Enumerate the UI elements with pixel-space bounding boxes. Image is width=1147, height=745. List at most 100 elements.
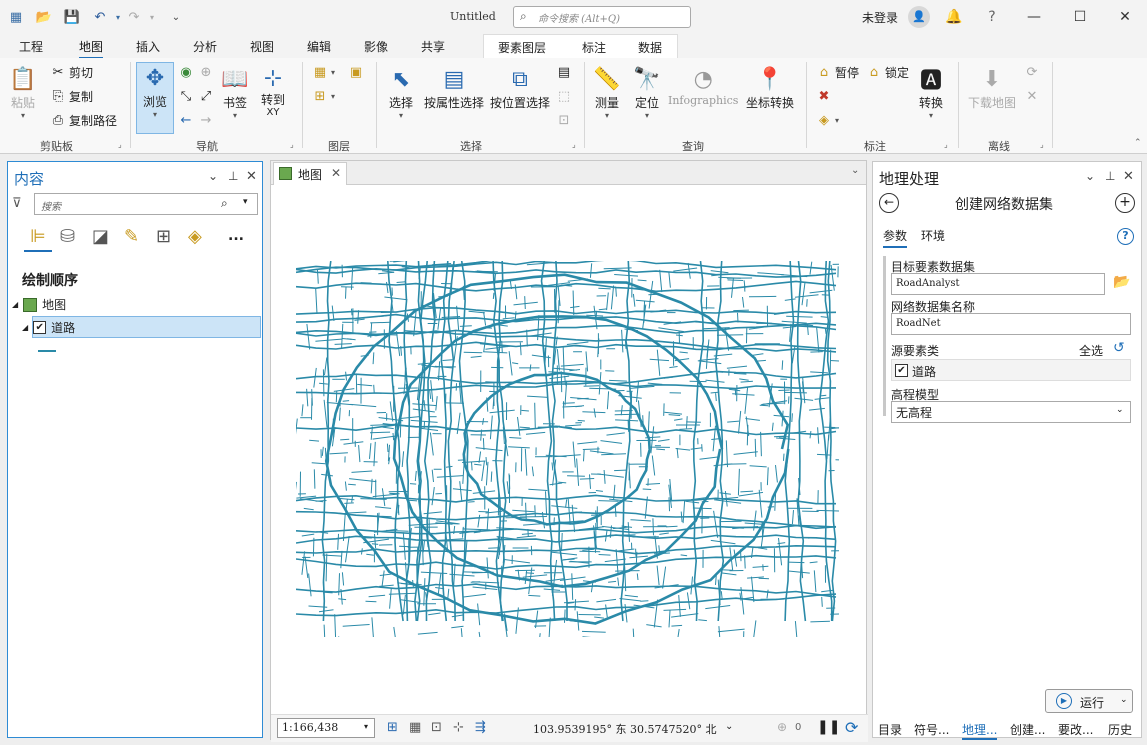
tab-history[interactable]: 历史	[1108, 721, 1132, 738]
undo-icon[interactable]: ↶	[90, 7, 110, 27]
select-button[interactable]: ⬉ 选择 ▾	[386, 64, 416, 121]
reset-icon[interactable]: ↺	[1113, 340, 1125, 356]
more-labeling-icon[interactable]: ◈ ▾	[816, 112, 839, 128]
previous-extent-icon[interactable]: ←	[178, 112, 194, 128]
tab-parameters[interactable]: 参数	[883, 227, 908, 248]
source-feature-checkbox[interactable]: ✔	[895, 364, 908, 377]
collapse-arrow-icon[interactable]: ◢	[22, 323, 28, 332]
labeling-launcher-icon[interactable]: ⌟	[944, 140, 948, 149]
tab-insert[interactable]: 插入	[136, 38, 160, 55]
snapping-toggle-icon[interactable]: ⊹	[453, 720, 464, 735]
explore-button[interactable]: ✥ 浏览 ▾	[136, 62, 174, 134]
new-project-icon[interactable]: ▦	[6, 7, 26, 27]
source-feature-row[interactable]: ✔ 道路	[891, 359, 1131, 381]
target-dataset-input[interactable]: RoadAnalyst	[891, 273, 1105, 295]
raster-grid-icon[interactable]: ▦	[409, 720, 421, 735]
tab-labeling[interactable]: 标注	[582, 39, 606, 56]
remove-offline-icon[interactable]: ✕	[1024, 88, 1040, 104]
minimize-button[interactable]: —	[1024, 6, 1044, 28]
back-arrow-icon[interactable]: ←	[879, 193, 899, 213]
tab-geoprocessing[interactable]: 地理...	[962, 721, 998, 740]
add-tool-icon[interactable]: +	[1115, 193, 1135, 213]
tab-share[interactable]: 共享	[421, 38, 445, 55]
run-button[interactable]: ▶ 运行 ⌄	[1045, 689, 1133, 713]
full-extent-icon[interactable]: ◉	[178, 64, 194, 80]
pin-icon[interactable]: ⊥	[1105, 169, 1115, 183]
tab-environments[interactable]: 环境	[921, 227, 945, 244]
locate-button[interactable]: 🔭 定位 ▾	[632, 64, 662, 121]
pause-drawing-icon[interactable]: ❚❚	[817, 719, 840, 735]
data-source-icon[interactable]: ⛁	[60, 226, 75, 247]
close-button[interactable]: ✕	[1115, 6, 1135, 28]
convert-labels-button[interactable]: 🅰 转换 ▾	[916, 64, 946, 120]
customize-qat-icon[interactable]: ⌄	[166, 7, 186, 27]
collapse-ribbon-icon[interactable]: ⌃	[1134, 138, 1142, 148]
navigate-launcher-icon[interactable]: ⌟	[290, 140, 294, 149]
help-button[interactable]: ?	[982, 6, 1002, 28]
paste-button[interactable]: 📋 粘贴 ▾	[8, 64, 38, 121]
fixed-zoom-in-icon[interactable]: ⤡	[178, 88, 194, 104]
unplaced-labels-icon[interactable]: ✖	[816, 88, 832, 104]
select-all-link[interactable]: 全选	[1079, 342, 1103, 359]
tab-data[interactable]: 数据	[638, 39, 662, 56]
network-name-input[interactable]: RoadNet	[891, 313, 1131, 335]
tab-list-dropdown-icon[interactable]: ⌄	[851, 165, 859, 176]
zoom-to-selection-icon[interactable]: ⊡	[556, 112, 572, 128]
bookmarks-button[interactable]: 📖 书签 ▾	[220, 64, 250, 121]
tab-map[interactable]: 地图	[79, 38, 104, 60]
tab-view[interactable]: 视图	[250, 38, 274, 55]
zoom-layer-icon[interactable]: ⊕	[198, 64, 214, 80]
tab-symbology[interactable]: 符号...	[914, 721, 949, 738]
tree-item-map[interactable]: ◢ 地图	[12, 296, 66, 313]
measure-button[interactable]: 📏 测量 ▾	[592, 64, 622, 121]
fixed-zoom-out-icon[interactable]: ⤢	[198, 88, 214, 104]
infographics-button[interactable]: ◔ Infographics	[668, 64, 738, 108]
selection-list-icon[interactable]: ◪	[92, 226, 109, 247]
add-preset-icon[interactable]: ▣	[348, 64, 364, 80]
close-tab-icon[interactable]: ✕	[331, 166, 341, 180]
scale-selector[interactable]: 1:166,438 ▾	[277, 718, 375, 738]
tab-feature-layer[interactable]: 要素图层	[498, 39, 546, 56]
close-pane-icon[interactable]: ✕	[1123, 169, 1134, 184]
pause-labeling-button[interactable]: ⌂ 暂停	[816, 64, 859, 81]
more-options-button[interactable]: ...	[228, 228, 244, 244]
navigation-icon[interactable]: ⇶	[475, 720, 486, 735]
editing-icon[interactable]: ✎	[124, 226, 139, 247]
convert-coordinates-button[interactable]: 📍 坐标转换	[746, 64, 794, 111]
sign-in-status[interactable]: 未登录	[862, 9, 898, 26]
labeling-list-icon[interactable]: ◈	[188, 226, 202, 247]
contents-search-input[interactable]: 搜索 ⌕ ▾	[34, 193, 258, 215]
next-extent-icon[interactable]: →	[198, 112, 214, 128]
user-avatar-icon[interactable]: 👤	[908, 6, 930, 28]
pane-menu-icon[interactable]: ⌄	[208, 169, 218, 183]
clear-selection-icon[interactable]: ⬚	[556, 88, 572, 104]
select-by-location-button[interactable]: ⧉ 按位置选择	[490, 64, 550, 111]
offline-launcher-icon[interactable]: ⌟	[1040, 140, 1044, 149]
notification-bell-icon[interactable]: 🔔	[944, 6, 964, 28]
collapse-arrow-icon[interactable]: ◢	[12, 300, 18, 309]
copy-path-button[interactable]: ⎙ 复制路径	[50, 112, 117, 129]
add-data-icon[interactable]: ⊞ ▾	[312, 88, 335, 104]
tab-modify-features[interactable]: 要改...	[1058, 721, 1093, 738]
map-tab[interactable]: 地图 ✕	[273, 162, 347, 185]
sync-icon[interactable]: ⟳	[1024, 64, 1040, 80]
elevation-model-select[interactable]: 无高程 ⌄	[891, 401, 1131, 423]
clipboard-launcher-icon[interactable]: ⌟	[118, 140, 122, 149]
pane-menu-icon[interactable]: ⌄	[1085, 169, 1095, 183]
browse-folder-icon[interactable]: 📂	[1113, 274, 1130, 290]
pin-icon[interactable]: ⊥	[228, 169, 238, 183]
tab-catalog[interactable]: 目录	[878, 721, 902, 738]
refresh-icon[interactable]: ⟳	[845, 718, 858, 737]
open-folder-icon[interactable]: 📂	[34, 7, 54, 27]
line-symbol-swatch[interactable]	[38, 350, 56, 352]
save-icon[interactable]: 💾	[62, 7, 82, 27]
grid-toggle-icon[interactable]: ⊞	[387, 720, 398, 735]
tab-create-features[interactable]: 创建...	[1010, 721, 1045, 738]
attributes-icon[interactable]: ▤	[556, 64, 572, 80]
copy-button[interactable]: ⎘ 复制	[50, 88, 93, 105]
cut-button[interactable]: ✂ 剪切	[50, 64, 93, 81]
help-icon[interactable]: ?	[1117, 228, 1134, 245]
tab-edit[interactable]: 编辑	[307, 38, 331, 55]
selection-launcher-icon[interactable]: ⌟	[572, 140, 576, 149]
command-search-input[interactable]: ⌕ 命令搜索 (Alt+Q)	[513, 6, 691, 28]
